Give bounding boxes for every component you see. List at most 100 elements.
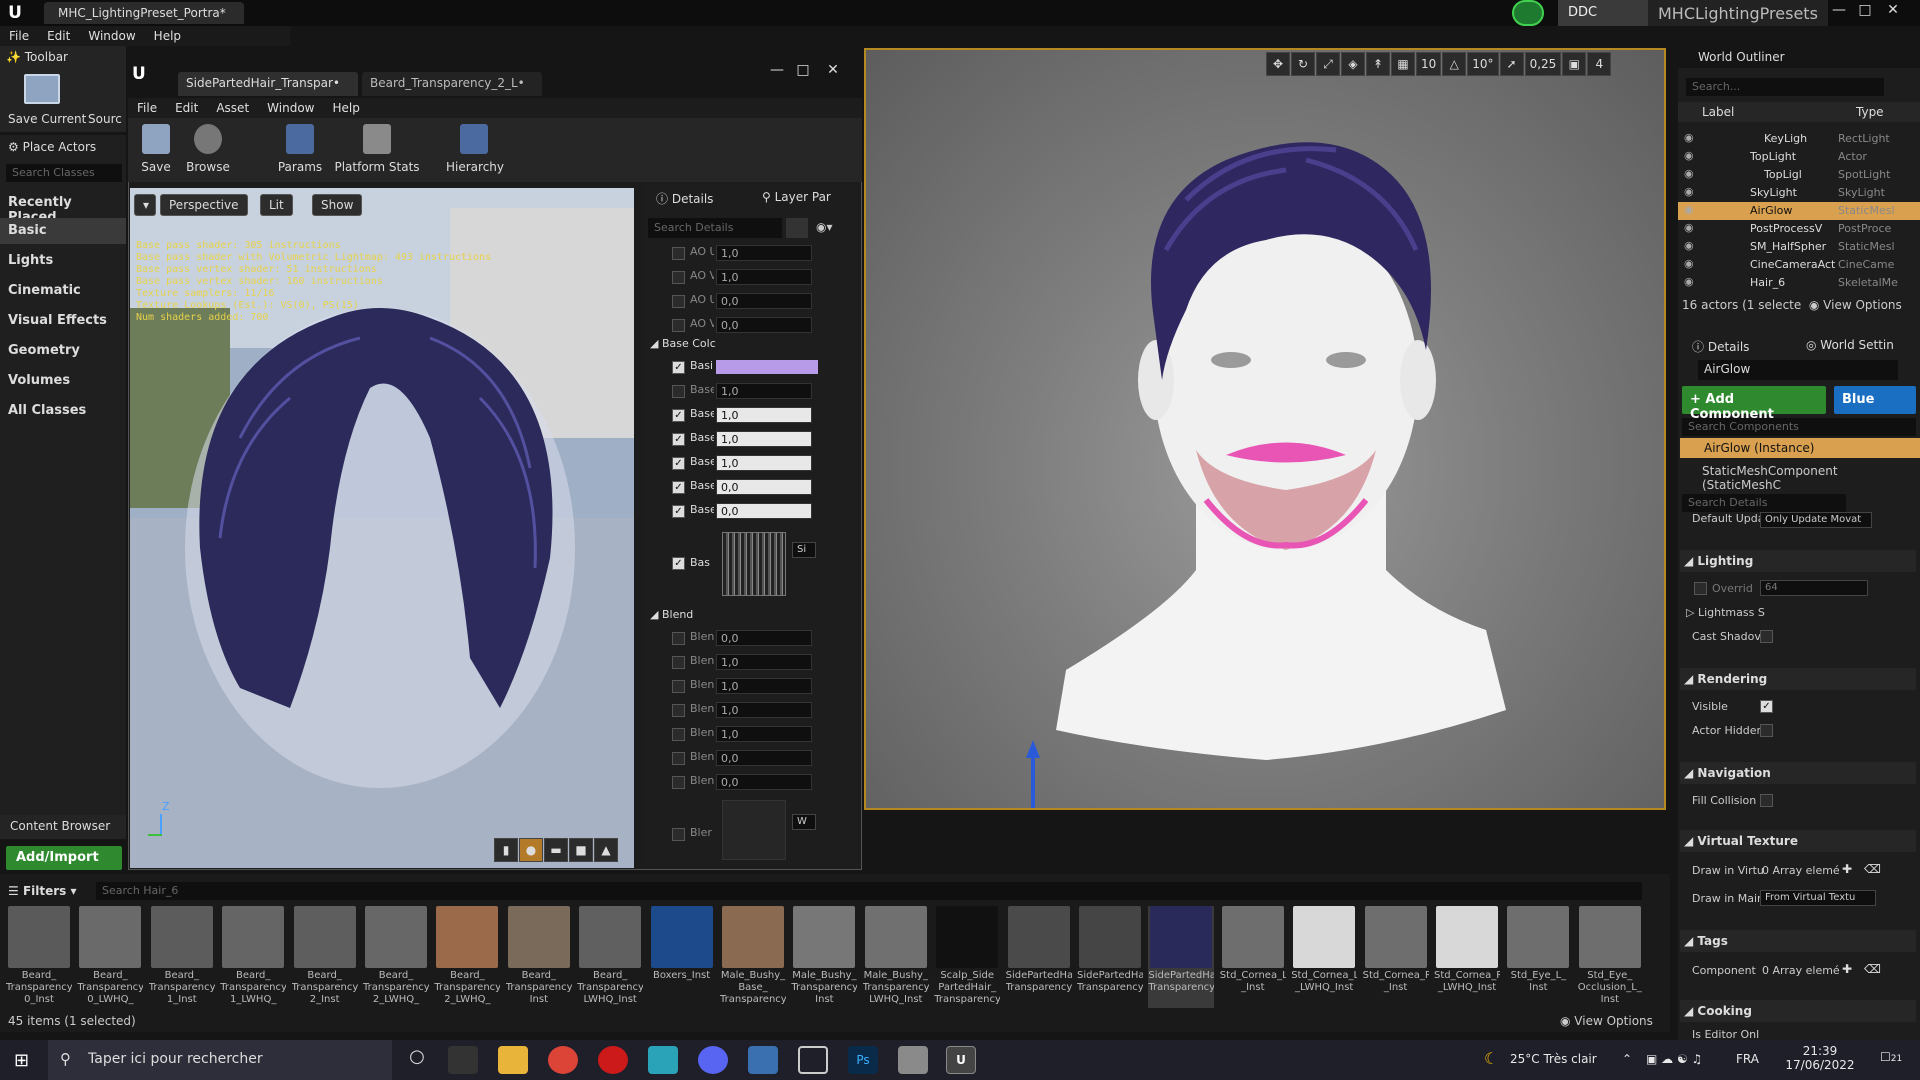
- 3d-viewer-icon[interactable]: [798, 1046, 828, 1074]
- blend-texture-thumbnail[interactable]: [722, 800, 786, 860]
- viewport-options-icon[interactable]: ▾: [134, 194, 156, 216]
- draw-main-dropdown[interactable]: From Virtual Textu: [1760, 890, 1876, 906]
- windows-start-icon[interactable]: ⊞: [14, 1050, 34, 1071]
- grid-snap-value[interactable]: 10: [1416, 52, 1442, 76]
- trash-icon[interactable]: ⌫: [1864, 862, 1881, 876]
- sphere-icon[interactable]: ●: [519, 838, 543, 862]
- maximize-icon[interactable]: □: [1854, 2, 1876, 20]
- document-tab[interactable]: MHC_LightingPreset_Portra*: [44, 2, 244, 24]
- blend-value-input[interactable]: 0,0: [716, 750, 812, 766]
- ao-value-input[interactable]: 0,0: [716, 317, 812, 333]
- blend-dropdown[interactable]: W: [792, 814, 816, 830]
- ao-value-input[interactable]: 1,0: [716, 269, 812, 285]
- tab-beard-transparency[interactable]: Beard_Transparency_2_L•: [362, 72, 542, 96]
- ddc-button[interactable]: DDC: [1558, 0, 1648, 26]
- base-texture-checkbox[interactable]: ✓: [672, 557, 685, 570]
- save-button[interactable]: Save: [130, 124, 182, 174]
- ao-value-input[interactable]: 1,0: [716, 245, 812, 261]
- actor-hidden-checkbox[interactable]: [1760, 724, 1773, 737]
- cube-icon[interactable]: ■: [569, 838, 593, 862]
- translate-icon[interactable]: ✥: [1266, 52, 1290, 76]
- asset-tile[interactable]: Male_Bushy_ Transparency_ Inst: [791, 906, 857, 1008]
- blend-checkbox[interactable]: [672, 752, 685, 765]
- ao-value-input[interactable]: 0,0: [716, 293, 812, 309]
- minimize-icon[interactable]: —: [1828, 2, 1850, 20]
- trash-icon[interactable]: ⌫: [1864, 962, 1881, 976]
- show-button[interactable]: Show: [312, 194, 363, 216]
- menu-help[interactable]: Help: [145, 26, 190, 46]
- category-geometry[interactable]: Geometry: [0, 338, 126, 364]
- blend-checkbox[interactable]: [672, 776, 685, 789]
- outliner-row[interactable]: ◉ SkyLight SkyLight: [1678, 184, 1920, 202]
- category-cinematic[interactable]: Cinematic: [0, 278, 126, 304]
- params-button[interactable]: Params: [274, 124, 326, 174]
- asset-tile[interactable]: Beard_ Transparency_ 1_Inst: [149, 906, 215, 1008]
- asset-tile[interactable]: Male_Bushy_ Transparency_ LWHQ_Inst: [863, 906, 929, 1008]
- search-components-input[interactable]: Search Components: [1682, 418, 1916, 436]
- base-checkbox[interactable]: ✓: [672, 457, 685, 470]
- asset-tile[interactable]: Std_Cornea_R _Inst: [1363, 906, 1429, 1008]
- outliner-row[interactable]: ◉ TopLigl SpotLight: [1678, 166, 1920, 184]
- base-checkbox[interactable]: [672, 385, 685, 398]
- cortana-icon[interactable]: ○: [402, 1046, 432, 1074]
- visibility-eye-icon[interactable]: ◉: [1684, 203, 1694, 216]
- mesh-icon[interactable]: ▲: [594, 838, 618, 862]
- plane-icon[interactable]: ▬: [544, 838, 568, 862]
- source-control-icon[interactable]: [1512, 0, 1544, 26]
- menu-edit[interactable]: Edit: [38, 26, 79, 46]
- asset-tile[interactable]: Std_Eye_L_ Inst: [1505, 906, 1571, 1008]
- component-instance[interactable]: AirGlow (Instance): [1680, 438, 1920, 458]
- blend-checkbox[interactable]: [672, 656, 685, 669]
- col-type[interactable]: Type: [1856, 105, 1884, 119]
- grid-snap-icon[interactable]: ▦: [1391, 52, 1415, 76]
- override-checkbox[interactable]: [1694, 582, 1707, 595]
- add-element-icon[interactable]: ✚: [1842, 862, 1852, 876]
- asset-tile[interactable]: Beard_ Transparency_ 2_LWHQ_: [363, 906, 429, 1008]
- category-basic[interactable]: Basic: [0, 218, 126, 244]
- surface-snap-icon[interactable]: ↟: [1366, 52, 1390, 76]
- base-color-swatch[interactable]: [716, 360, 818, 374]
- base-checkbox[interactable]: ✓: [672, 409, 685, 422]
- outliner-row[interactable]: ◉ CineCameraAct CineCame: [1678, 256, 1920, 274]
- base-checkbox[interactable]: ✓: [672, 361, 685, 374]
- menu-window[interactable]: Window: [258, 98, 323, 118]
- blend-checkbox[interactable]: [672, 728, 685, 741]
- level-viewport[interactable]: [864, 48, 1666, 810]
- blend-value-input[interactable]: 1,0: [716, 654, 812, 670]
- asset-tile[interactable]: Beard_ Transparency_ 2_LWHQ_: [434, 906, 500, 1008]
- base-value-input[interactable]: 1,0: [716, 431, 812, 447]
- category-recently-placed[interactable]: Recently Placed: [0, 190, 126, 225]
- visibility-eye-icon[interactable]: ◉: [1684, 275, 1694, 288]
- override-value[interactable]: 64: [1760, 580, 1868, 596]
- base-value-input[interactable]: 1,0: [716, 455, 812, 471]
- blend-value-input[interactable]: 0,0: [716, 630, 812, 646]
- add-import-button[interactable]: Add/Import: [6, 846, 122, 870]
- lit-button[interactable]: Lit: [260, 194, 293, 216]
- ao-checkbox[interactable]: [672, 247, 685, 260]
- add-component-button[interactable]: + Add Component: [1682, 386, 1826, 422]
- menu-asset[interactable]: Asset: [207, 98, 258, 118]
- visibility-eye-icon[interactable]: ◉: [1684, 221, 1694, 234]
- discord-icon[interactable]: [698, 1046, 728, 1074]
- asset-tile[interactable]: SidePartedHair_ Transparency: [1077, 906, 1143, 1008]
- category-lighting[interactable]: ◢ Lighting: [1680, 550, 1916, 572]
- content-browser-tab[interactable]: Content Browser: [0, 815, 126, 839]
- outliner-row[interactable]: ◉ AirGlow StaticMesl: [1678, 202, 1920, 220]
- photoshop-icon[interactable]: Ps: [848, 1046, 878, 1074]
- lightmass-label[interactable]: ▷ Lightmass S: [1686, 606, 1765, 619]
- rotate-snap-icon[interactable]: △: [1442, 52, 1467, 76]
- blend-value-input[interactable]: 1,0: [716, 678, 812, 694]
- blend-value-input[interactable]: 1,0: [716, 702, 812, 718]
- chrome-icon[interactable]: [548, 1046, 578, 1074]
- save-current-button[interactable]: Save Current: [8, 112, 86, 126]
- grid-view-icon[interactable]: [786, 218, 808, 238]
- visible-checkbox[interactable]: ✓: [1760, 700, 1773, 713]
- camera-speed-icon[interactable]: ▣: [1562, 52, 1587, 76]
- asset-tile[interactable]: Std_Cornea_L _LWHQ_Inst: [1291, 906, 1357, 1008]
- default-update-dropdown[interactable]: Only Update Movat: [1760, 512, 1872, 528]
- blend-section[interactable]: ◢ Blend: [650, 608, 693, 621]
- blend-value-input[interactable]: 1,0: [716, 726, 812, 742]
- tab-world-settings[interactable]: ◎ World Settin: [1798, 334, 1902, 356]
- m-app-icon[interactable]: [648, 1046, 678, 1074]
- taskbar-search[interactable]: Taper ici pour rechercher: [48, 1040, 392, 1080]
